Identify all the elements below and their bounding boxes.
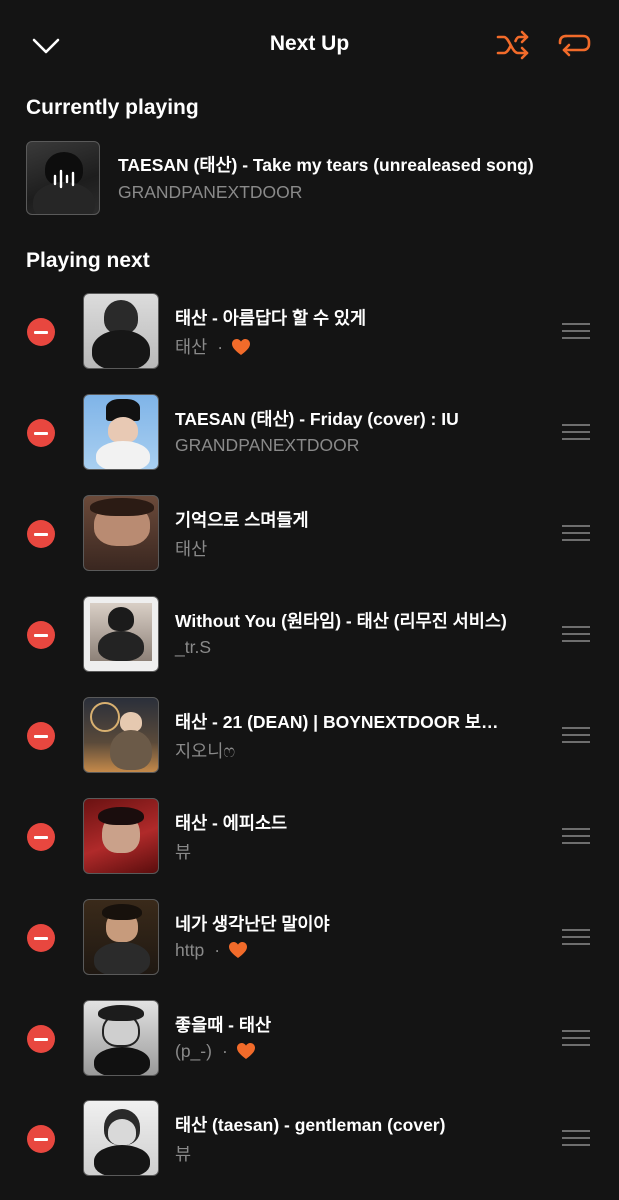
track-title: 네가 생각난단 말이야 (175, 914, 330, 934)
track-meta: 지오니ෆ (175, 738, 235, 763)
track-meta: 뷰 (175, 1141, 191, 1166)
remove-from-queue-button[interactable] (27, 318, 55, 346)
track-meta: 태산 · (175, 334, 251, 359)
current-track-artist: GRANDPANEXTDOOR (118, 182, 303, 202)
heart-icon (236, 1043, 255, 1059)
track-title: 기억으로 스며들게 (175, 510, 309, 530)
heart-icon (229, 942, 248, 958)
current-track-title: TAESAN (태산) - Take my tears (unrealeased… (118, 155, 534, 175)
queue-item[interactable]: 네가 생각난단 말이야 http · (0, 899, 619, 979)
drag-handle-icon[interactable] (562, 323, 590, 341)
track-title: Without You (원타임) - 태산 (리무진 서비스) (175, 611, 507, 631)
album-art (83, 1000, 159, 1076)
queue-item[interactable]: Without You (원타임) - 태산 (리무진 서비스) _tr.S (0, 596, 619, 676)
track-artist: _tr.S (175, 637, 211, 657)
track-artist: 뷰 (175, 1144, 192, 1164)
equalizer-icon (53, 169, 75, 189)
drag-handle-icon[interactable] (562, 727, 590, 745)
queue-item[interactable]: 태산 - 아름답다 할 수 있게 태산 · (0, 293, 619, 373)
album-art (83, 899, 159, 975)
shuffle-icon[interactable] (496, 28, 530, 62)
remove-from-queue-button[interactable] (27, 722, 55, 750)
drag-handle-icon[interactable] (562, 626, 590, 644)
track-meta: 태산 (175, 536, 207, 561)
track-artist: GRANDPANEXTDOOR (175, 435, 360, 455)
track-meta: _tr.S (175, 637, 211, 658)
album-art (83, 495, 159, 571)
header: Next Up (0, 0, 619, 90)
track-title: 태산 (taesan) - gentleman (cover) (175, 1115, 446, 1135)
track-title: TAESAN (태산) - Friday (cover) : IU (175, 409, 459, 429)
currently-playing-heading: Currently playing (26, 96, 199, 119)
album-art (83, 293, 159, 369)
queue-item[interactable]: 태산 - 21 (DEAN) | BOYNEXTDOOR 보… 지오니ෆ (0, 697, 619, 777)
track-artist: 태산 (175, 539, 208, 559)
current-album-art (26, 141, 100, 215)
track-meta: 뷰 (175, 839, 191, 864)
album-art (83, 798, 159, 874)
album-art (83, 697, 159, 773)
drag-handle-icon[interactable] (562, 1130, 590, 1148)
queue-item[interactable]: 기억으로 스며들게 태산 (0, 495, 619, 575)
drag-handle-icon[interactable] (562, 424, 590, 442)
track-title: 좋을때 - 태산 (175, 1015, 272, 1035)
drag-handle-icon[interactable] (562, 828, 590, 846)
queue-item[interactable]: 좋을때 - 태산 (p_-) · (0, 1000, 619, 1080)
playing-next-heading: Playing next (26, 249, 150, 272)
drag-handle-icon[interactable] (562, 929, 590, 947)
separator-dot: · (214, 940, 221, 960)
album-art (83, 394, 159, 470)
separator-dot: · (217, 337, 224, 357)
remove-from-queue-button[interactable] (27, 520, 55, 548)
remove-from-queue-button[interactable] (27, 1025, 55, 1053)
album-art (83, 1100, 159, 1176)
track-meta: (p_-) · (175, 1041, 256, 1062)
drag-handle-icon[interactable] (562, 525, 590, 543)
queue-item[interactable]: 태산 (taesan) - gentleman (cover) 뷰 (0, 1100, 619, 1180)
queue-item[interactable]: 태산 - 에피소드 뷰 (0, 798, 619, 878)
separator-dot: · (221, 1041, 228, 1061)
repeat-icon[interactable] (556, 28, 592, 62)
track-meta: http · (175, 940, 248, 961)
track-title: 태산 - 에피소드 (175, 813, 288, 833)
remove-from-queue-button[interactable] (27, 419, 55, 447)
track-artist: 지오니ෆ (175, 741, 236, 761)
track-artist: 뷰 (175, 842, 192, 862)
remove-from-queue-button[interactable] (27, 823, 55, 851)
remove-from-queue-button[interactable] (27, 1125, 55, 1153)
remove-from-queue-button[interactable] (27, 924, 55, 952)
track-artist: (p_-) (175, 1041, 212, 1061)
heart-icon (232, 339, 251, 355)
track-title: 태산 - 아름답다 할 수 있게 (175, 308, 367, 328)
track-title: 태산 - 21 (DEAN) | BOYNEXTDOOR 보… (175, 712, 499, 732)
track-meta: GRANDPANEXTDOOR (175, 435, 359, 456)
remove-from-queue-button[interactable] (27, 621, 55, 649)
track-artist: http (175, 940, 205, 960)
track-artist: 태산 (175, 337, 208, 357)
next-up-screen: Next Up Currently playing TAESAN (태산) - … (0, 0, 619, 1200)
drag-handle-icon[interactable] (562, 1030, 590, 1048)
queue-item[interactable]: TAESAN (태산) - Friday (cover) : IU GRANDP… (0, 394, 619, 474)
album-art (83, 596, 159, 672)
